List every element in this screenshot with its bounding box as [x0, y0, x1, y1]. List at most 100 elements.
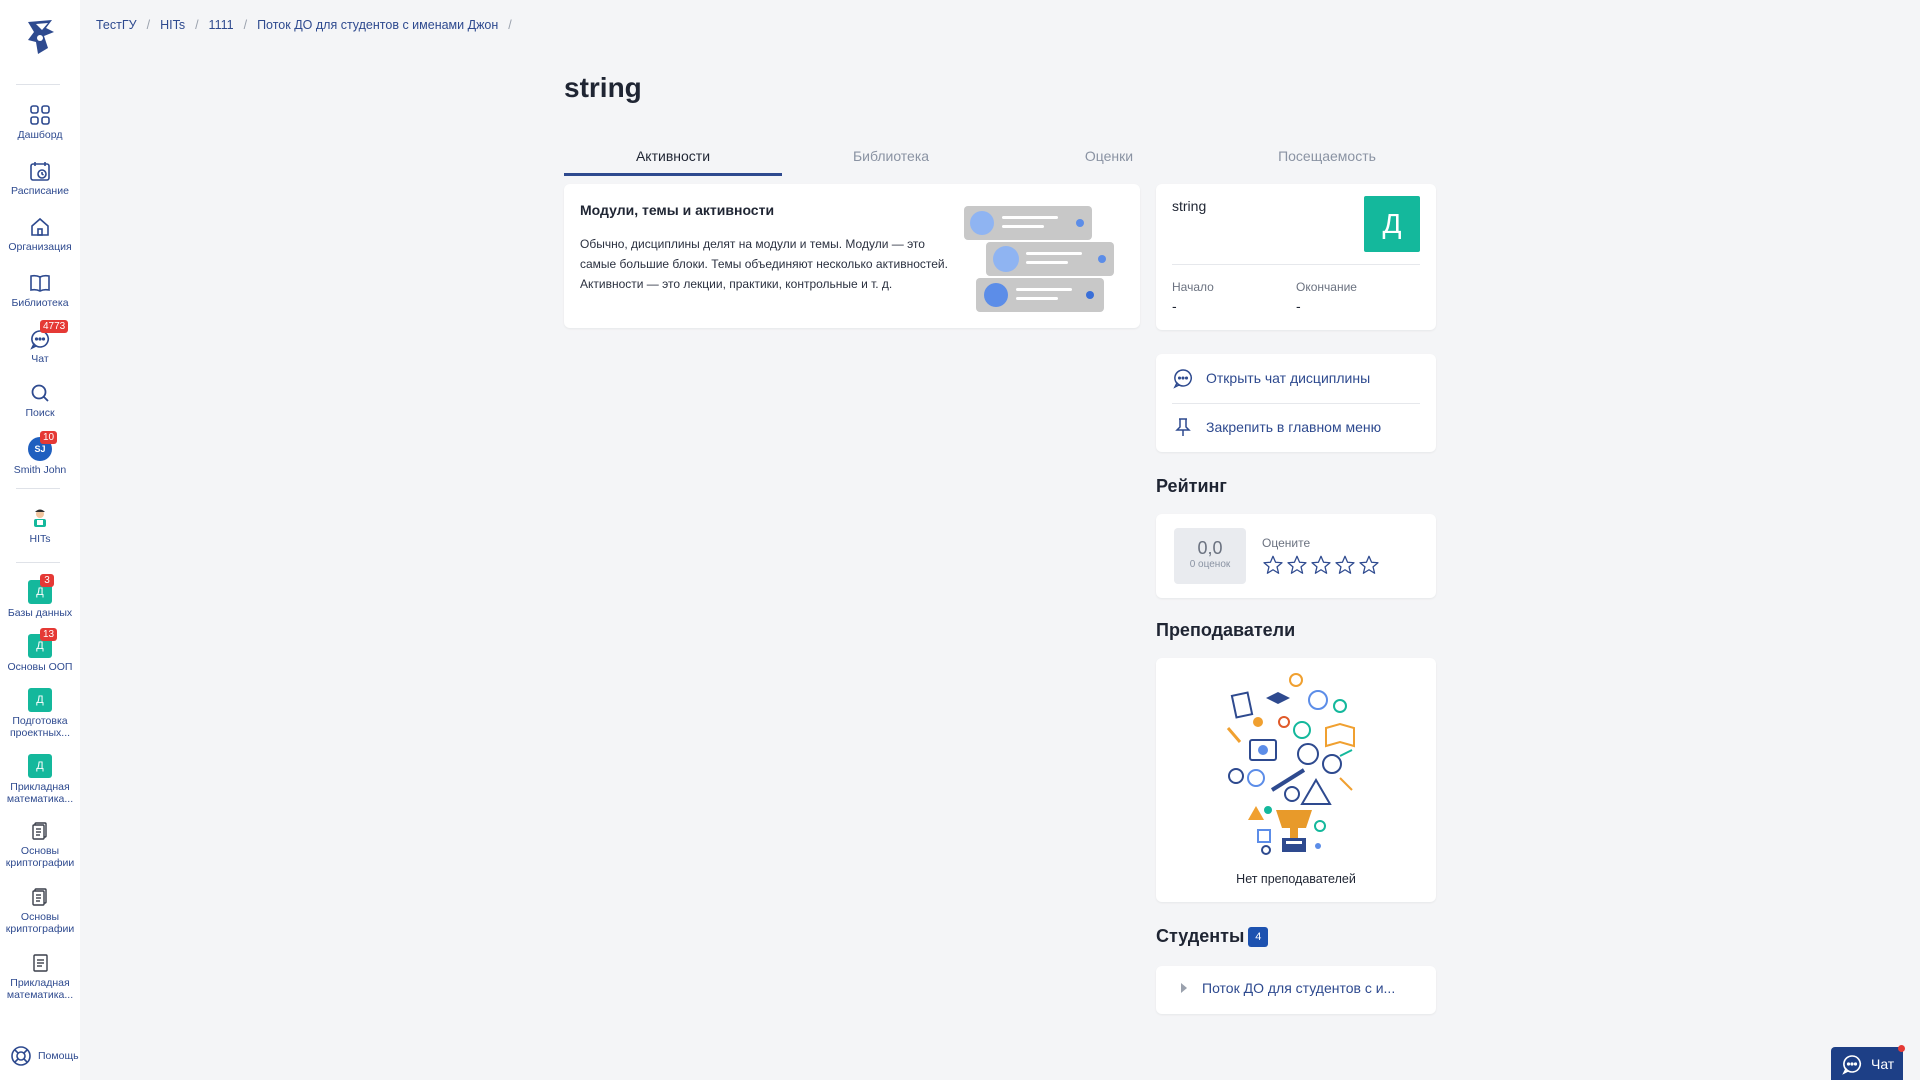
score-value: 0,0 [1197, 538, 1223, 558]
document-icon [33, 954, 48, 972]
discipline-avatar: Д [1364, 196, 1420, 252]
tab-library[interactable]: Библиотека [782, 144, 1000, 176]
students-title: Студенты [1156, 926, 1245, 946]
help-label: Помощь [38, 1050, 79, 1062]
sidebar-item-label: Smith John [13, 464, 67, 476]
dashboard-icon [30, 105, 50, 125]
logo-icon[interactable] [22, 18, 58, 56]
star-icon[interactable] [1358, 554, 1380, 576]
no-teachers-text: Нет преподавателей [1236, 872, 1356, 886]
sidebar-item-course[interactable]: Д Подготовка проектных... [0, 688, 80, 739]
sidebar-item-course[interactable]: Основы криптографии [0, 820, 80, 869]
star-icon[interactable] [1286, 554, 1308, 576]
sidebar-divider [16, 562, 60, 563]
score-box: 0,0 0 оценок [1174, 528, 1246, 584]
book-icon [30, 274, 50, 292]
end-label: Окончание [1296, 280, 1357, 294]
breadcrumb-item[interactable]: HITs [160, 18, 185, 32]
document-icon [32, 888, 47, 906]
rate-label: Оцените [1262, 536, 1311, 550]
open-chat-button[interactable]: Открыть чат дисциплины [1172, 367, 1370, 389]
discipline-name: string [1172, 198, 1207, 214]
tab-attendance[interactable]: Посещаемость [1218, 144, 1436, 176]
teachers-title: Преподаватели [1156, 620, 1296, 640]
sidebar-item-hits[interactable]: HITs [0, 508, 80, 545]
chat-icon [1842, 1054, 1861, 1075]
sidebar-item-profile[interactable]: SJ Smith John 10 [0, 431, 80, 476]
info-text: Обычно, дисциплины делят на модули и тем… [580, 237, 948, 291]
students-card: Поток ДО для студентов с и... [1156, 966, 1436, 1014]
sidebar-divider [16, 84, 60, 85]
course-avatar: Д [28, 754, 52, 778]
pin-button[interactable]: Закрепить в главном меню [1172, 416, 1381, 438]
info-title: Модули, темы и активности [580, 202, 775, 218]
info-card: Модули, темы и активности Обычно, дисцип… [564, 184, 1140, 328]
sidebar-item-course[interactable]: Д Основы ООП 13 [0, 628, 80, 673]
breadcrumb-separator: / [243, 18, 248, 32]
notification-badge: 10 [40, 431, 58, 444]
sidebar-item-search[interactable]: Поиск [0, 382, 80, 419]
sidebar-item-course[interactable]: Основы криптографии [0, 886, 80, 935]
sidebar-item-label: Подготовка проектных... [9, 715, 71, 739]
chat-icon [1173, 369, 1192, 389]
tab-grades[interactable]: Оценки [1000, 144, 1218, 176]
sidebar-item-course[interactable]: Прикладная математика... [0, 952, 80, 1001]
calendar-icon [30, 162, 50, 181]
course-avatar: Д [28, 688, 52, 712]
modules-illustration [964, 206, 1114, 312]
breadcrumb-item[interactable]: 1111 [209, 18, 234, 32]
stream-item[interactable]: Поток ДО для студентов с и... [1180, 980, 1395, 996]
teachers-card: Нет преподавателей [1156, 658, 1436, 902]
sidebar-item-label: Поиск [25, 407, 55, 419]
divider [1172, 264, 1420, 265]
star-icon[interactable] [1334, 554, 1356, 576]
breadcrumb-item[interactable]: Поток ДО для студентов с именами Джон [257, 18, 498, 32]
sidebar-item-dashboard[interactable]: Дашборд [0, 104, 80, 141]
breadcrumb-separator: / [195, 18, 199, 32]
home-icon [31, 217, 49, 236]
lifebuoy-icon [11, 1046, 31, 1066]
page-title: string [564, 72, 642, 103]
sidebar-item-organization[interactable]: Организация [0, 216, 80, 253]
tab-bar: Активности Библиотека Оценки Посещаемост… [564, 144, 1436, 176]
sidebar-item-label: Чат [31, 353, 49, 365]
star-rating [1262, 554, 1380, 576]
sidebar-item-course[interactable]: Д Прикладная математика... [0, 754, 80, 805]
sidebar-item-label: Расписание [11, 185, 69, 197]
students-count-badge: 4 [1248, 926, 1269, 947]
sidebar-item-schedule[interactable]: Расписание [0, 160, 80, 197]
stream-label: Поток ДО для студентов с и... [1202, 980, 1396, 996]
chat-notification-dot [1898, 1045, 1905, 1052]
sidebar-item-course[interactable]: Д Базы данных 3 [0, 574, 80, 619]
sidebar-item-label: Дашборд [17, 129, 63, 141]
star-icon[interactable] [1262, 554, 1284, 576]
caret-right-icon [1181, 983, 1187, 993]
sidebar-item-label: Организация [8, 241, 72, 253]
open-chat-label: Открыть чат дисциплины [1206, 370, 1371, 386]
notification-badge: 4773 [40, 320, 69, 333]
breadcrumb-item[interactable]: ТестГУ [96, 18, 137, 32]
tab-activities[interactable]: Активности [564, 144, 782, 176]
rating-title: Рейтинг [1156, 476, 1227, 496]
notification-badge: 3 [40, 574, 54, 587]
sidebar-item-label: HITs [29, 533, 51, 545]
sidebar-item-label: Основы ООП [7, 661, 73, 673]
actions-card: Открыть чат дисциплины Закрепить в главн… [1156, 354, 1436, 452]
students-header: Студенты 4 [1156, 926, 1269, 947]
sidebar: Дашборд Расписание Организация Библиотек… [0, 0, 80, 1080]
help-button[interactable]: Помощь [10, 1045, 79, 1067]
chat-widget-label: Чат [1871, 1055, 1895, 1072]
sidebar-item-chat[interactable]: Чат 4773 [0, 320, 80, 365]
sidebar-item-library[interactable]: Библиотека [0, 272, 80, 309]
sidebar-item-label: Прикладная математика... [6, 977, 74, 1001]
mascot-icon [34, 509, 46, 527]
breadcrumb: ТестГУ / HITs / 1111 / Поток ДО для студ… [96, 18, 522, 32]
star-icon[interactable] [1310, 554, 1332, 576]
breadcrumb-separator: / [508, 18, 512, 32]
notification-badge: 13 [40, 628, 58, 641]
chat-widget-button[interactable]: Чат [1831, 1045, 1905, 1080]
discipline-card: string Д Начало - Окончание - [1156, 184, 1436, 330]
education-illustration [1226, 673, 1355, 855]
pin-label: Закрепить в главном меню [1206, 419, 1382, 435]
sidebar-item-label: Библиотека [11, 297, 69, 309]
